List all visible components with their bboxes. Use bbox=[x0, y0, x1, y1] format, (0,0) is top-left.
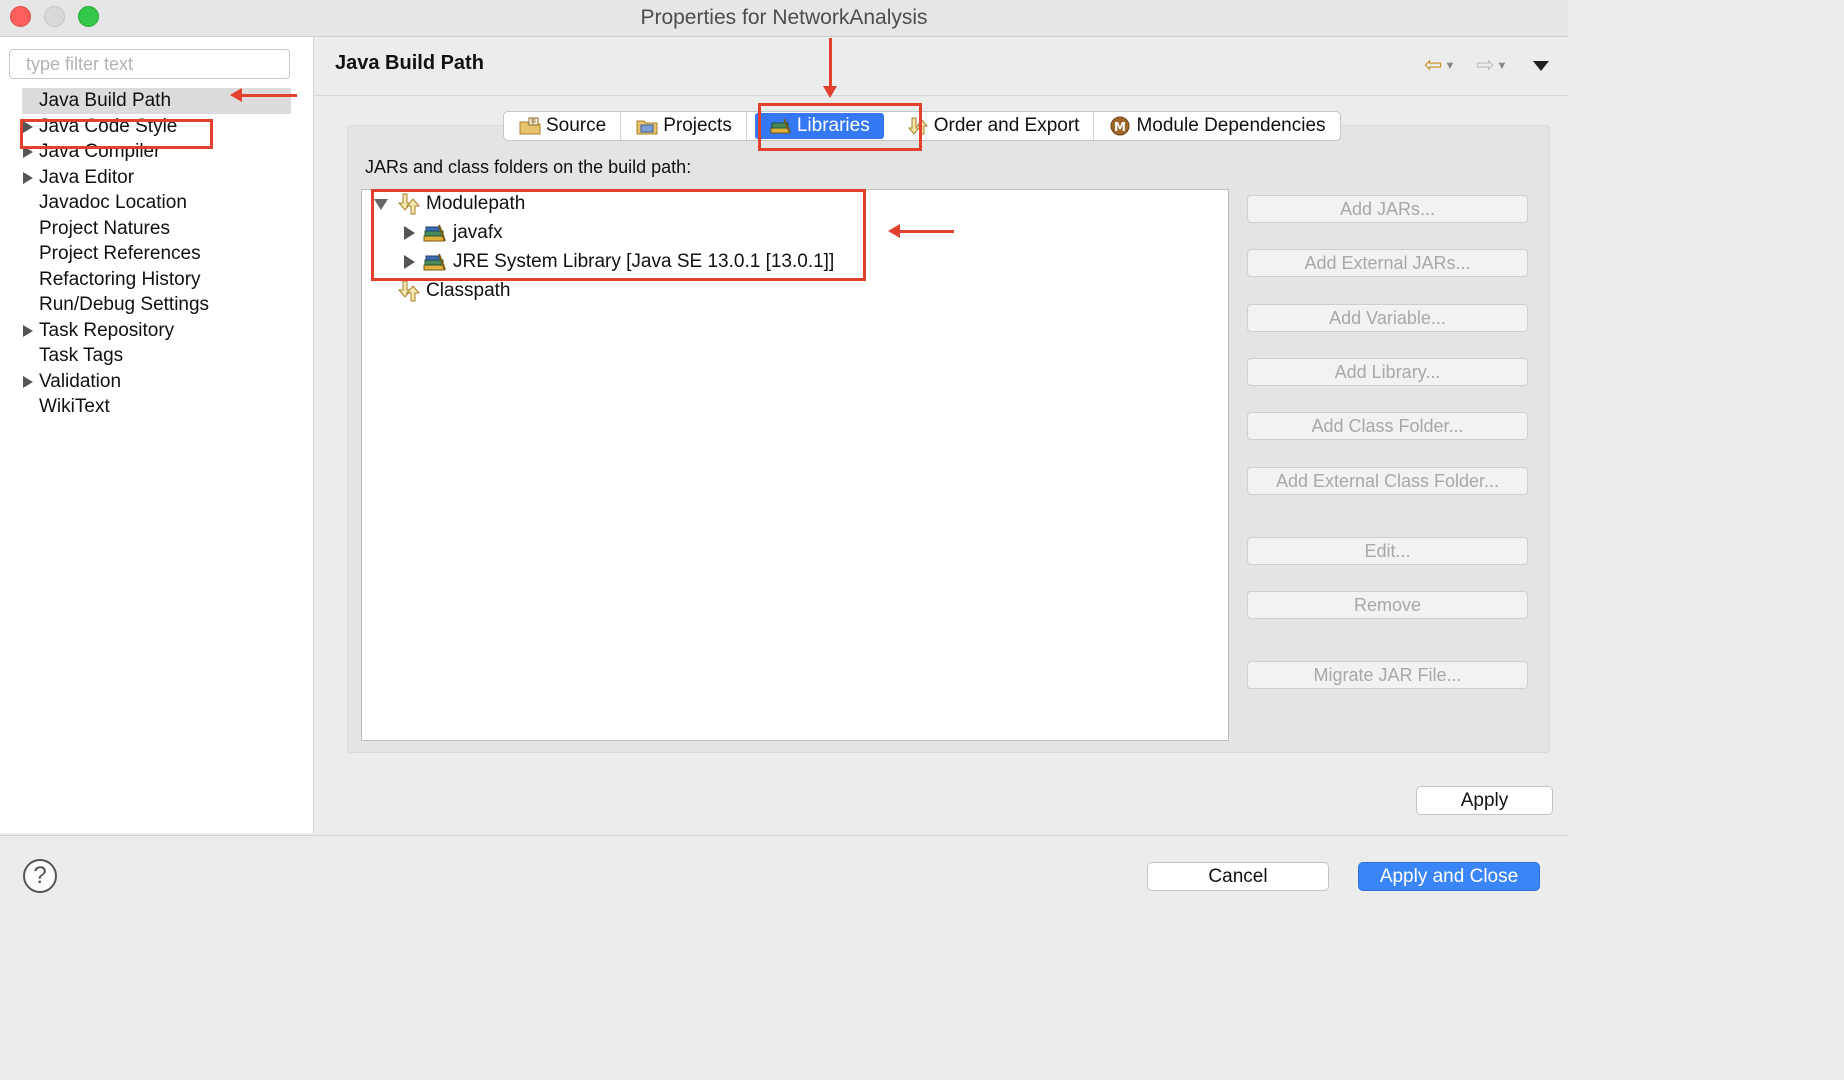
add-external-class-folder-button[interactable]: Add External Class Folder... bbox=[1247, 467, 1528, 495]
sidebar-item-task-tags[interactable]: Task Tags bbox=[0, 343, 313, 369]
forward-arrow-icon: ⇨ bbox=[1476, 52, 1495, 77]
sidebar-item-label: Javadoc Location bbox=[39, 192, 187, 213]
tab-label: Source bbox=[546, 115, 607, 136]
svg-text:M: M bbox=[1114, 120, 1126, 134]
tab-projects[interactable]: Projects bbox=[621, 112, 747, 140]
sidebar-item-label: Project References bbox=[39, 243, 201, 264]
tab-source[interactable]: Source bbox=[504, 112, 622, 140]
apply-button[interactable]: Apply bbox=[1416, 786, 1553, 815]
expand-triangle-icon[interactable] bbox=[23, 324, 33, 337]
migrate-jar-button[interactable]: Migrate JAR File... bbox=[1247, 661, 1528, 689]
sidebar-item-label: Validation bbox=[39, 370, 122, 392]
sidebar-item-label: Task Repository bbox=[39, 319, 175, 341]
build-path-icon bbox=[397, 280, 421, 302]
dropdown-caret-icon[interactable]: ▼ bbox=[1496, 60, 1507, 72]
edit-button[interactable]: Edit... bbox=[1247, 537, 1528, 565]
forward-navigation-button[interactable]: ⇨ ▼ bbox=[1476, 52, 1507, 78]
add-library-button[interactable]: Add Library... bbox=[1247, 358, 1528, 386]
dropdown-caret-icon[interactable]: ▼ bbox=[1444, 60, 1455, 72]
sidebar-item-validation[interactable]: Validation bbox=[0, 369, 313, 395]
sidebar-item-label: WikiText bbox=[39, 396, 110, 417]
sidebar-item-javadoc-location[interactable]: Javadoc Location bbox=[0, 190, 313, 216]
tab-order-and-export[interactable]: Order and Export bbox=[892, 112, 1095, 140]
build-path-label: JARs and class folders on the build path… bbox=[365, 157, 692, 177]
module-icon: M bbox=[1110, 116, 1130, 136]
expand-triangle-icon[interactable] bbox=[23, 171, 33, 184]
source-folder-icon bbox=[519, 117, 541, 135]
sidebar-item-label: Java Editor bbox=[39, 166, 135, 188]
title-bar: Properties for NetworkAnalysis bbox=[0, 0, 1568, 37]
annotation-arrow bbox=[888, 224, 954, 238]
page-title: Java Build Path bbox=[335, 52, 484, 74]
back-arrow-icon: ⇦ bbox=[1424, 52, 1443, 77]
tab-label: Module Dependencies bbox=[1136, 115, 1326, 136]
cancel-button[interactable]: Cancel bbox=[1147, 862, 1329, 891]
window-title: Properties for NetworkAnalysis bbox=[640, 6, 928, 29]
sidebar-item-label: Run/Debug Settings bbox=[39, 294, 210, 315]
header-divider bbox=[314, 95, 1568, 96]
annotation-highlight-box bbox=[758, 103, 922, 151]
sidebar-item-label: Task Tags bbox=[39, 345, 124, 366]
expand-triangle-icon[interactable] bbox=[23, 375, 33, 388]
remove-button[interactable]: Remove bbox=[1247, 591, 1528, 619]
annotation-arrow bbox=[823, 38, 837, 98]
sidebar-item-label: Refactoring History bbox=[39, 268, 201, 290]
add-variable-button[interactable]: Add Variable... bbox=[1247, 304, 1528, 332]
sidebar-item-task-repository[interactable]: Task Repository bbox=[0, 318, 313, 344]
add-external-jars-button[interactable]: Add External JARs... bbox=[1247, 249, 1528, 277]
footer-divider bbox=[0, 835, 1568, 836]
tab-label: Order and Export bbox=[933, 115, 1080, 136]
tree-node-label: Classpath bbox=[426, 280, 511, 301]
add-jars-button[interactable]: Add JARs... bbox=[1247, 195, 1528, 223]
projects-folder-icon bbox=[636, 120, 658, 135]
sidebar-item-refactoring-history[interactable]: Refactoring History bbox=[0, 267, 313, 293]
sidebar: Java Build Path Java Code Style Java Com… bbox=[0, 37, 314, 833]
annotation-arrow bbox=[230, 88, 297, 102]
annotation-highlight-box bbox=[20, 119, 213, 149]
help-icon[interactable]: ? bbox=[23, 859, 57, 893]
sidebar-item-label: Project Natures bbox=[39, 217, 170, 239]
annotation-highlight-box bbox=[371, 189, 866, 281]
tab-module-dependencies[interactable]: M Module Dependencies bbox=[1094, 112, 1339, 140]
tab-label: Projects bbox=[663, 115, 732, 136]
add-class-folder-button[interactable]: Add Class Folder... bbox=[1247, 412, 1528, 440]
back-navigation-button[interactable]: ⇦ ▼ bbox=[1424, 52, 1455, 78]
apply-and-close-button[interactable]: Apply and Close bbox=[1358, 862, 1540, 891]
sidebar-item-project-references[interactable]: Project References bbox=[0, 241, 313, 267]
view-menu-icon[interactable] bbox=[1533, 61, 1549, 71]
filter-input[interactable] bbox=[9, 49, 290, 79]
sidebar-item-java-editor[interactable]: Java Editor bbox=[0, 165, 313, 191]
sidebar-item-java-build-path[interactable]: Java Build Path bbox=[22, 88, 291, 114]
sidebar-item-project-natures[interactable]: Project Natures bbox=[0, 216, 313, 242]
sidebar-item-label: Java Build Path bbox=[39, 90, 172, 111]
sidebar-item-wikitext[interactable]: WikiText bbox=[0, 394, 313, 420]
sidebar-item-run-debug-settings[interactable]: Run/Debug Settings bbox=[0, 292, 313, 318]
